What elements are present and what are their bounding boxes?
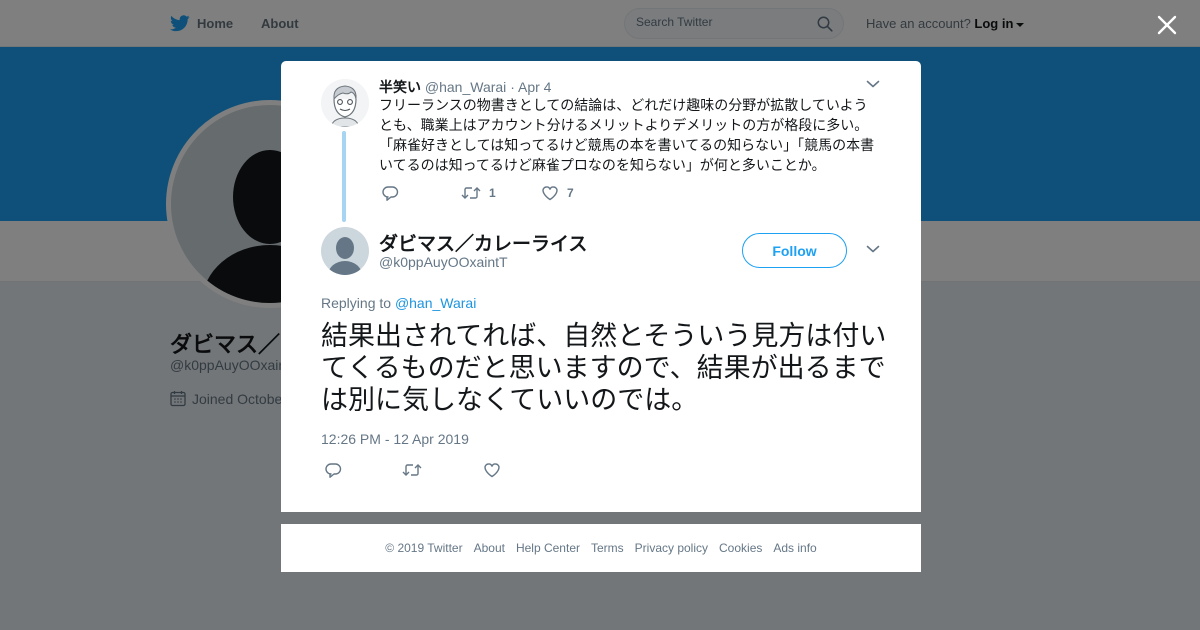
ancestor-date[interactable]: Apr 4 <box>518 79 551 95</box>
retweet-action[interactable] <box>402 462 430 478</box>
main-tweet-avatar[interactable] <box>321 227 369 275</box>
reply-icon <box>382 186 399 201</box>
retweet-count: 1 <box>489 186 496 200</box>
replying-to-context: Replying to @han_Warai <box>321 295 476 311</box>
retweet-icon <box>461 187 481 199</box>
main-tweet-handle[interactable]: @k0ppAuyOOxaintT <box>379 254 508 270</box>
tweet-modal: 半笑い @han_Warai · Apr 4 フリーランスの物書きとしての結論は… <box>281 61 921 512</box>
chevron-down-icon[interactable] <box>866 79 880 89</box>
like-action[interactable] <box>483 462 509 478</box>
reply-action[interactable] <box>324 462 350 479</box>
like-count: 7 <box>567 186 574 200</box>
footer-link-privacy[interactable]: Privacy policy <box>635 541 708 555</box>
heart-icon <box>484 463 500 478</box>
retweet-icon <box>402 464 422 476</box>
main-tweet-text: 結果出されてれば、自然とそういう見方は付いてくるものだと思いますので、結果が出る… <box>321 321 887 415</box>
modal-footer: © 2019 Twitter About Help Center Terms P… <box>281 524 921 572</box>
header-separator: · <box>510 79 515 95</box>
close-icon[interactable] <box>1154 12 1180 38</box>
footer-link-help-center[interactable]: Help Center <box>516 541 580 555</box>
footer-link-about[interactable]: About <box>474 541 505 555</box>
reply-action[interactable] <box>381 185 407 202</box>
ancestor-handle[interactable]: @han_Warai <box>425 79 506 95</box>
footer-link-ads-info[interactable]: Ads info <box>773 541 816 555</box>
reply-icon <box>325 463 342 478</box>
follow-button[interactable]: Follow <box>742 233 847 268</box>
replying-prefix: Replying to <box>321 295 392 311</box>
ancestor-tweet-actions: 1 7 <box>381 185 701 207</box>
heart-icon <box>542 186 558 201</box>
default-avatar-icon <box>328 237 362 275</box>
main-tweet-timestamp[interactable]: 12:26 PM - 12 Apr 2019 <box>321 431 469 447</box>
footer-link-terms[interactable]: Terms <box>591 541 624 555</box>
main-tweet-actions <box>324 462 524 484</box>
replying-to-link[interactable]: @han_Warai <box>395 295 476 311</box>
main-tweet-fullname[interactable]: ダビマス／カレーライス <box>379 229 587 256</box>
retweet-action[interactable]: 1 <box>461 185 496 201</box>
chevron-down-icon[interactable] <box>866 244 880 254</box>
ancestor-avatar[interactable] <box>321 79 369 127</box>
ancestor-tweet-header: 半笑い @han_Warai · Apr 4 <box>379 77 551 97</box>
ancestor-fullname[interactable]: 半笑い <box>379 79 421 95</box>
footer-link-cookies[interactable]: Cookies <box>719 541 762 555</box>
thread-connector-line <box>342 131 346 222</box>
ancestor-tweet-text: フリーランスの物書きとしての結論は、どれだけ趣味の分野が拡散していようとも、職業… <box>379 97 875 173</box>
like-action[interactable]: 7 <box>541 185 574 201</box>
footer-copyright: © 2019 Twitter <box>385 541 463 555</box>
